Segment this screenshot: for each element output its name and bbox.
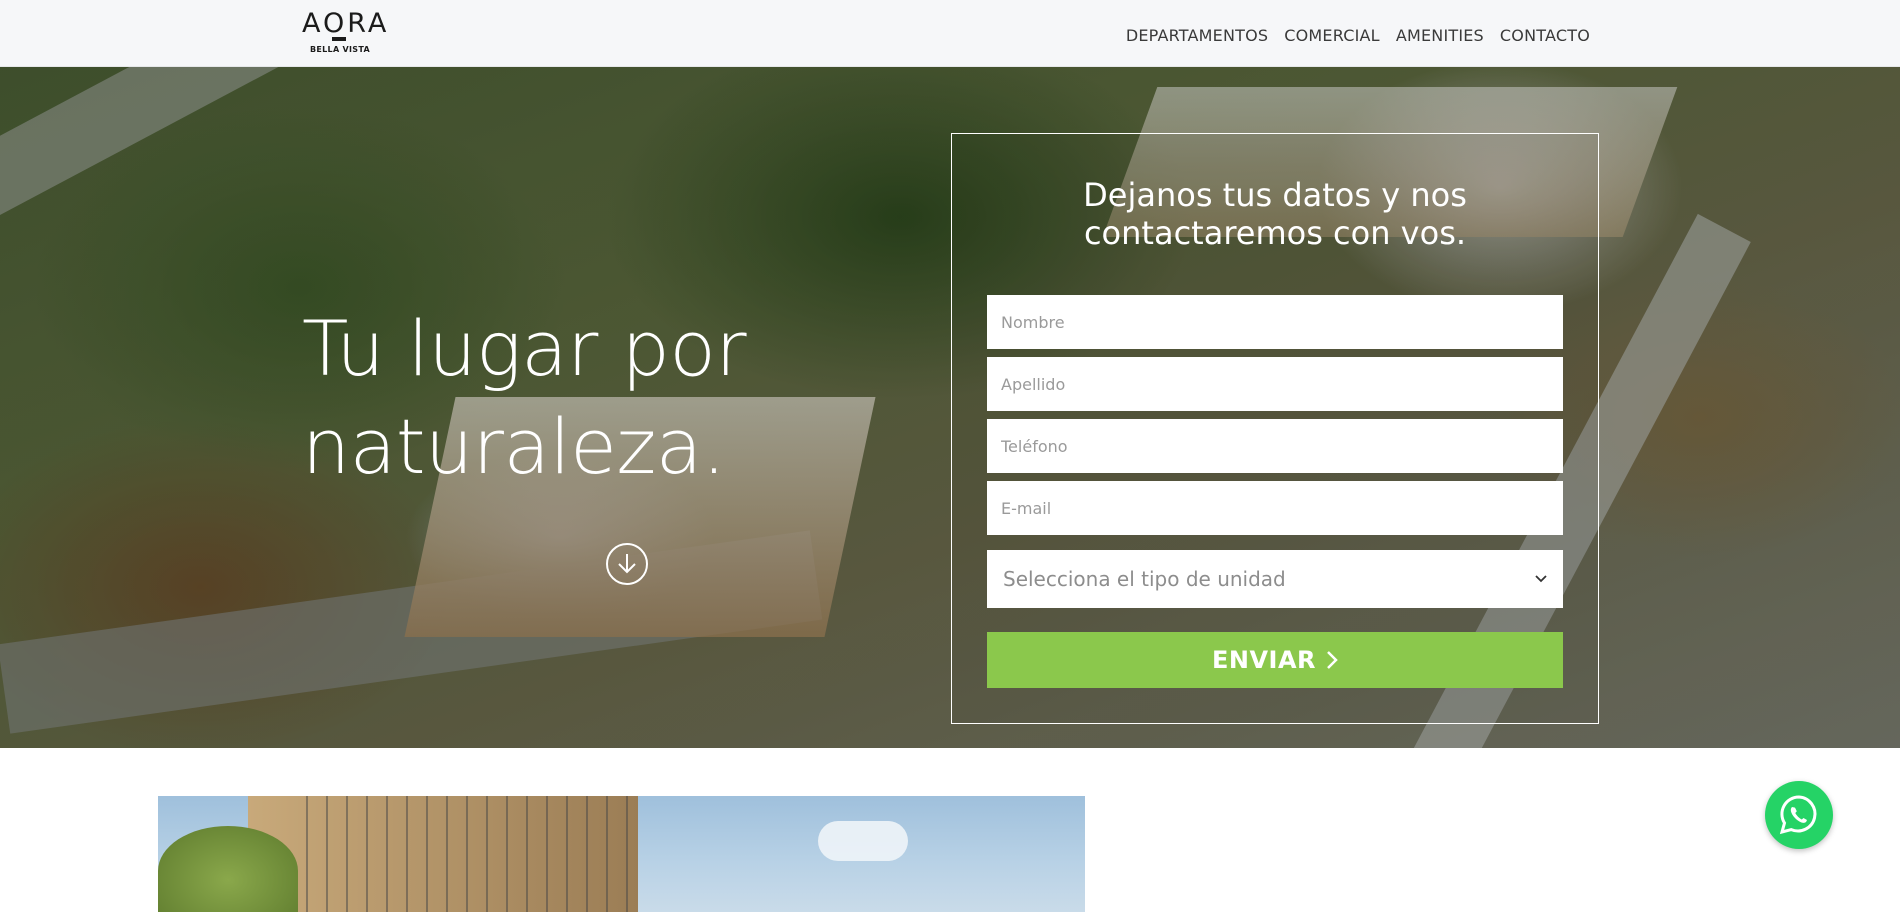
logo-wordmark: AORA (302, 8, 390, 39)
scroll-down-button[interactable] (606, 543, 648, 585)
enviar-button[interactable]: ENVIAR (987, 632, 1563, 688)
unit-type-select[interactable]: Selecciona el tipo de unidad (987, 550, 1563, 608)
hero-title-line-1: Tu lugar por (302, 304, 747, 393)
photo-cloud (818, 821, 908, 861)
nav-item-contacto[interactable]: CONTACTO (1500, 26, 1590, 45)
contact-form: Dejanos tus datos y nos contactaremos co… (951, 133, 1599, 724)
main-nav: DEPARTAMENTOS COMERCIAL AMENITIES CONTAC… (1126, 26, 1590, 45)
hero-section: Tu lugar por naturaleza. Dejanos tus dat… (0, 67, 1900, 748)
photo-tree (158, 826, 298, 912)
logo-subtitle: BELLA VISTA (310, 45, 370, 54)
chevron-down-icon (1535, 575, 1547, 583)
enviar-button-label: ENVIAR (1211, 646, 1317, 674)
unit-type-select-value: Selecciona el tipo de unidad (1003, 567, 1286, 591)
hero-background-road (0, 67, 788, 219)
site-header: AORA BELLA VISTA DEPARTAMENTOS COMERCIAL… (0, 0, 1900, 67)
photo-balcony-rails (288, 796, 638, 912)
logo-bar (332, 37, 346, 41)
chevron-right-icon (1327, 651, 1338, 669)
apellido-field[interactable] (987, 357, 1563, 411)
hero-title-line-2: naturaleza. (302, 402, 726, 491)
form-title-line-1: Dejanos tus datos y nos (1083, 176, 1467, 214)
nav-item-departamentos[interactable]: DEPARTAMENTOS (1126, 26, 1268, 45)
email-field[interactable] (987, 481, 1563, 535)
form-title: Dejanos tus datos y nos contactaremos co… (952, 176, 1598, 252)
arrow-down-circle-icon (618, 554, 636, 574)
telefono-field[interactable] (987, 419, 1563, 473)
hero-title: Tu lugar por naturaleza. (302, 300, 747, 496)
nav-item-amenities[interactable]: AMENITIES (1396, 26, 1484, 45)
logo[interactable]: AORA BELLA VISTA (302, 10, 398, 56)
whatsapp-icon (1779, 795, 1817, 835)
form-title-line-2: contactaremos con vos. (1083, 214, 1467, 252)
building-photo (158, 796, 1085, 912)
nav-item-comercial[interactable]: COMERCIAL (1284, 26, 1380, 45)
nombre-field[interactable] (987, 295, 1563, 349)
whatsapp-button[interactable] (1765, 781, 1833, 849)
